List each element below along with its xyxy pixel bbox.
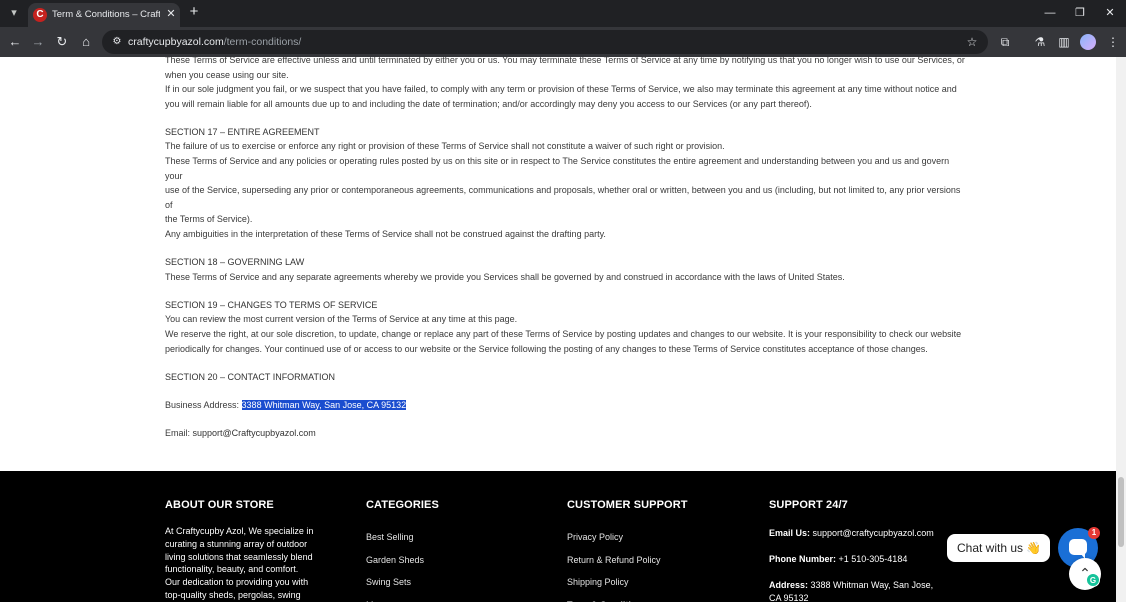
text-line: These Terms of Service and any policies … xyxy=(165,156,950,181)
chat-bubble-icon xyxy=(1069,539,1087,559)
footer-link-refund[interactable]: Return & Refund Policy xyxy=(567,549,747,572)
footer-link-terms[interactable]: Term & Conditions xyxy=(567,594,747,602)
new-tab-plus-icon[interactable]: + xyxy=(186,4,202,20)
text-line: The failure of us to exercise or enforce… xyxy=(165,141,725,152)
footer-link-swing-sets[interactable]: Swing Sets xyxy=(366,571,546,594)
text-line: We reserve the right, at our sole discre… xyxy=(165,329,962,339)
chat-unread-badge: 1 xyxy=(1088,527,1100,539)
address-value-selected[interactable]: 3388 Whitman Way, San Jose, CA 95132 xyxy=(241,399,407,410)
text-line: you will remain liable for all amounts d… xyxy=(165,98,812,109)
footer-link-mowers[interactable]: Mowers xyxy=(366,594,546,602)
profile-avatar[interactable] xyxy=(1080,34,1096,50)
footer-support-col: CUSTOMER SUPPORT Privacy Policy Return &… xyxy=(567,499,747,602)
text-line: You can review the most current version … xyxy=(165,314,518,325)
footer-link-best-selling[interactable]: Best Selling xyxy=(366,526,546,549)
page-scrollbar[interactable] xyxy=(1116,57,1126,602)
back-arrow-icon[interactable]: ← xyxy=(6,33,24,51)
tab-title: Term & Conditions – Craftycupby Azol xyxy=(52,9,160,20)
contact-email: Email: support@Craftycupbyazol.com xyxy=(165,427,316,438)
text-line: the Terms of Service). xyxy=(165,214,253,225)
tab-close-icon[interactable]: ✕ xyxy=(164,7,178,21)
grammarly-icon[interactable]: G xyxy=(1086,573,1100,587)
section-20-title: SECTION 20 – CONTACT INFORMATION xyxy=(165,371,336,382)
forward-arrow-icon[interactable]: → xyxy=(29,33,47,51)
reload-icon[interactable]: ↻ xyxy=(53,33,71,51)
site-info-icon[interactable]: ⚙ xyxy=(110,35,124,49)
business-address: Business Address: 3388 Whitman Way, San … xyxy=(165,399,407,410)
section-18-title: SECTION 18 – GOVERNING LAW xyxy=(165,257,305,268)
footer-about-text: At Craftycupby Azol, We specialize in cu… xyxy=(165,526,314,600)
browser-menu-icon[interactable]: ⋮ xyxy=(1104,33,1122,51)
chat-prompt-bubble[interactable]: Chat with us 👋 xyxy=(947,534,1050,562)
address-bar[interactable]: ⚙ craftycupbyazol.com/term-conditions/ ☆ xyxy=(102,30,988,54)
page-viewport: These Terms of Service are effective unl… xyxy=(0,57,1126,602)
footer-support247-col: SUPPORT 24/7 Email Us: support@craftycup… xyxy=(769,499,939,602)
text-line: periodically for changes. Your continued… xyxy=(165,343,928,354)
footer-address: Address: 3388 Whitman Way, San Jose, CA … xyxy=(769,580,934,602)
site-favicon-icon: C xyxy=(33,8,47,22)
terms-content: These Terms of Service are effective unl… xyxy=(165,57,965,440)
section-17-title: SECTION 17 – ENTIRE AGREEMENT xyxy=(165,126,320,137)
scrollbar-thumb[interactable] xyxy=(1118,477,1124,547)
tab-search-icon[interactable]: ▾ xyxy=(5,4,23,22)
text-line: Any ambiguities in the interpretation of… xyxy=(165,229,606,240)
footer-link-privacy[interactable]: Privacy Policy xyxy=(567,526,747,549)
footer-categories-title: CATEGORIES xyxy=(366,499,439,511)
footer-link-garden-sheds[interactable]: Garden Sheds xyxy=(366,549,546,572)
window-close-icon[interactable]: ✕ xyxy=(1102,5,1118,21)
footer-email: Email Us: support@craftycupbyazol.com xyxy=(769,528,934,538)
extensions-puzzle-icon[interactable]: ⧉ xyxy=(996,33,1014,51)
footer-phone: Phone Number: +1 510-305-4184 xyxy=(769,554,908,564)
restore-icon[interactable]: ❐ xyxy=(1072,5,1088,21)
text-line: use of the Service, superseding any prio… xyxy=(165,185,961,210)
text-line: If in our sole judgment you fail, or we … xyxy=(165,84,957,95)
footer-about-col: ABOUT OUR STORE At Craftycupby Azol, We … xyxy=(165,499,345,602)
text-line: These Terms of Service are effective unl… xyxy=(165,57,965,65)
footer-support247-title: SUPPORT 24/7 xyxy=(769,499,848,511)
text-line: when you cease using our site. xyxy=(165,69,289,80)
labs-flask-icon[interactable]: ⚗ xyxy=(1031,33,1049,51)
footer-link-shipping[interactable]: Shipping Policy xyxy=(567,571,747,594)
section-19-title: SECTION 19 – CHANGES TO TERMS OF SERVICE xyxy=(165,299,378,310)
side-panel-icon[interactable]: ▥ xyxy=(1055,33,1073,51)
home-icon[interactable]: ⌂ xyxy=(77,33,95,51)
footer-support-title: CUSTOMER SUPPORT xyxy=(567,499,688,511)
minimize-icon[interactable]: — xyxy=(1042,5,1058,21)
url-text: craftycupbyazol.com/term-conditions/ xyxy=(128,36,302,48)
tab-bar: ▾ C Term & Conditions – Craftycupby Azol… xyxy=(0,0,1126,27)
footer-categories-col: CATEGORIES Best Selling Garden Sheds Swi… xyxy=(366,499,546,602)
browser-tab[interactable]: C Term & Conditions – Craftycupby Azol ✕ xyxy=(28,3,180,27)
browser-toolbar: ← → ↻ ⌂ ⚙ craftycupbyazol.com/term-condi… xyxy=(0,27,1126,57)
footer-about-title: ABOUT OUR STORE xyxy=(165,499,274,511)
bookmark-star-icon[interactable]: ☆ xyxy=(964,34,980,50)
text-line: These Terms of Service and any separate … xyxy=(165,271,845,282)
